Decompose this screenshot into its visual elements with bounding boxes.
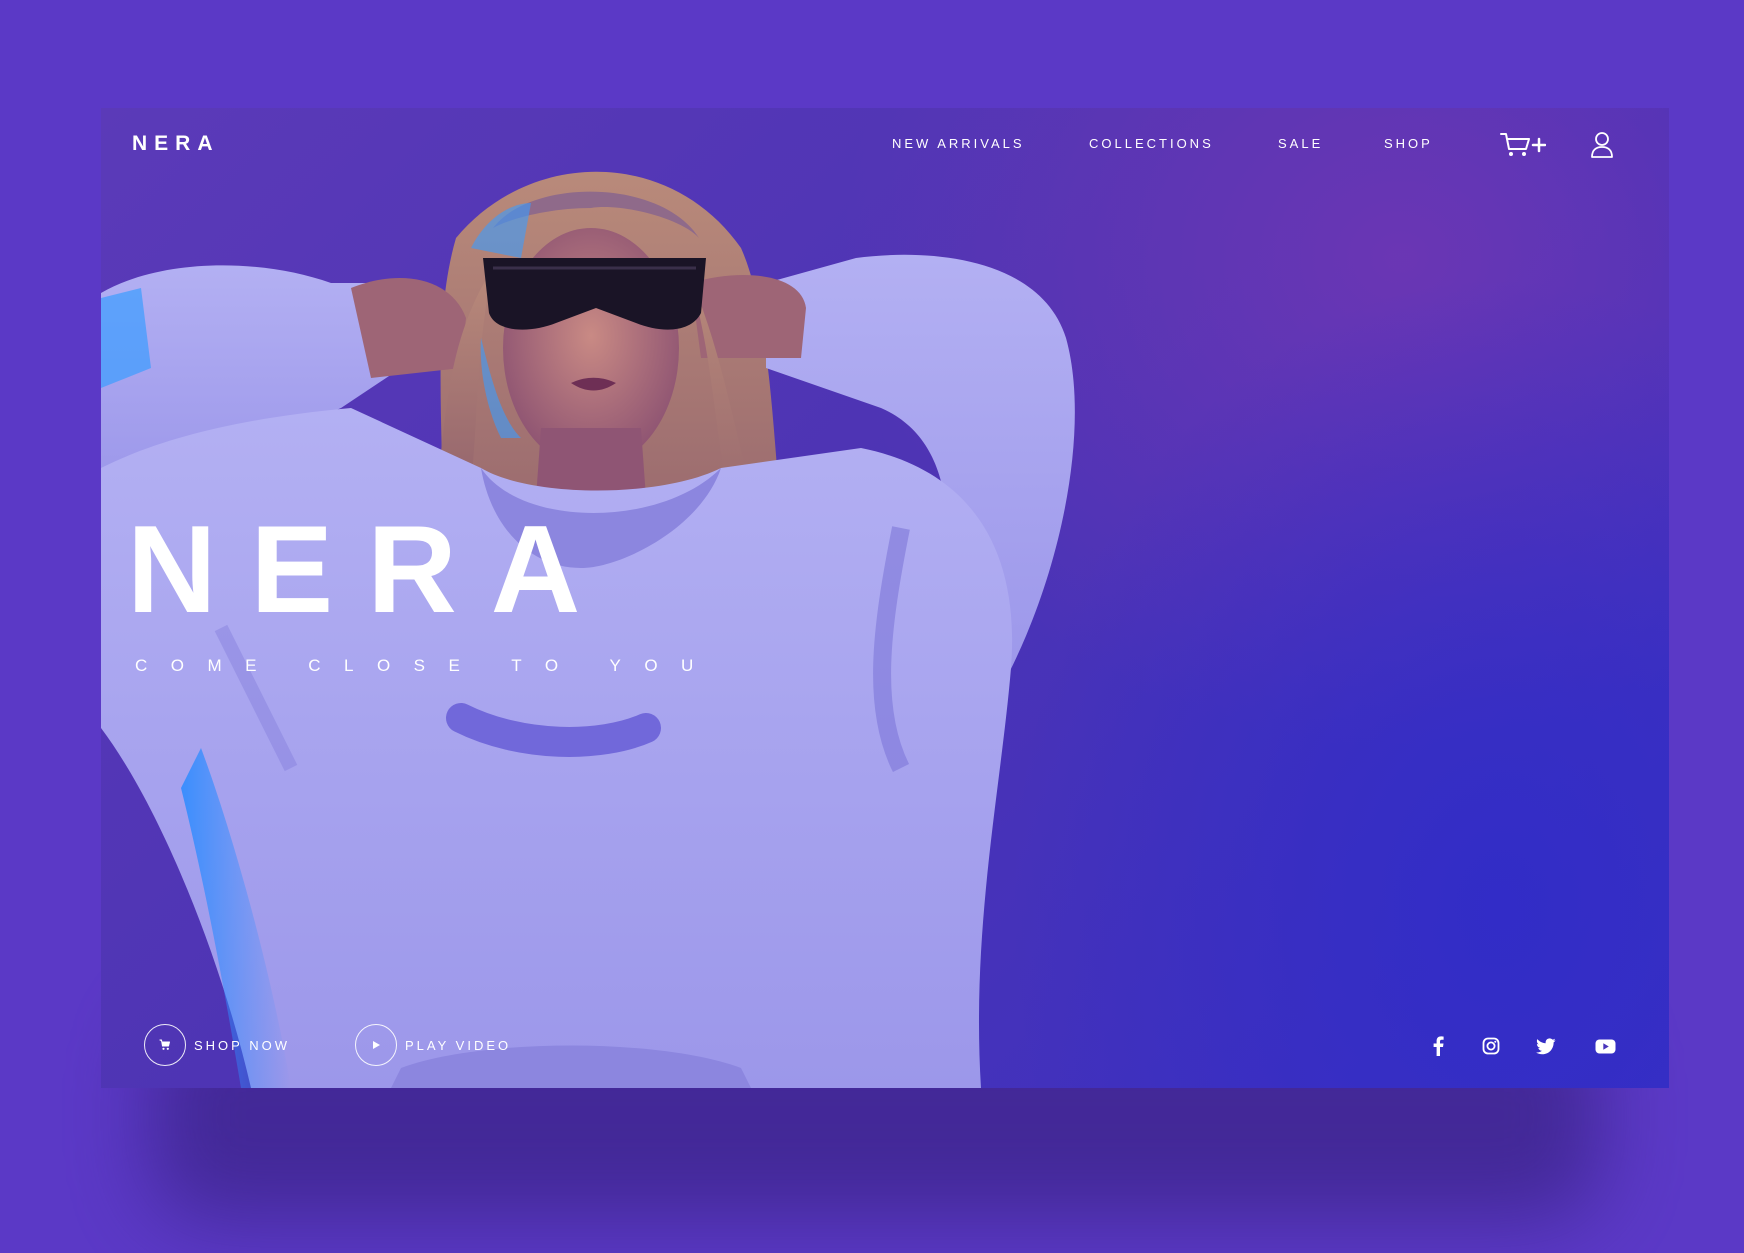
play-icon [373,1041,380,1049]
nav-collections[interactable]: COLLECTIONS [1089,136,1214,156]
nav-sale[interactable]: SALE [1278,136,1323,156]
facebook-icon[interactable] [1427,1035,1449,1057]
instagram-icon[interactable] [1480,1035,1502,1057]
hero-title: NERA [127,501,615,639]
cart-plus-icon[interactable] [1500,131,1547,164]
play-video-circle [355,1024,397,1066]
cart-icon [159,1039,170,1050]
nav-shop[interactable]: SHOP [1384,136,1433,156]
shop-now-button[interactable]: SHOP NOW [144,1022,290,1068]
play-video-button[interactable]: PLAY VIDEO [355,1022,511,1068]
brand-logo[interactable]: NERA [132,132,220,156]
shop-now-circle [144,1024,186,1066]
user-icon[interactable] [1590,131,1614,164]
hero-frame: NERA NEW ARRIVALS COLLECTIONS SALE SHOP … [101,108,1669,1088]
youtube-icon[interactable] [1594,1035,1616,1057]
play-video-label: PLAY VIDEO [405,1037,512,1053]
twitter-icon[interactable] [1535,1035,1557,1057]
shop-now-label: SHOP NOW [194,1037,290,1053]
hero-subtitle: COME CLOSE TO YOU [135,656,717,675]
nav-new-arrivals[interactable]: NEW ARRIVALS [892,136,1025,156]
